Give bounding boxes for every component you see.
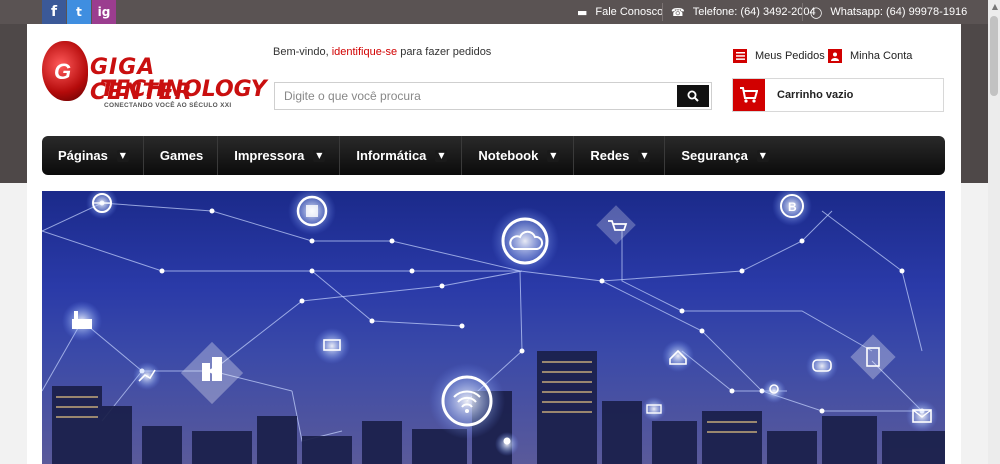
nav-item-0[interactable]: Páginas ▼	[42, 136, 144, 175]
welcome-message: Bem-vindo, identifique-se para fazer ped…	[273, 46, 491, 58]
divider	[662, 3, 663, 21]
laptop-icon	[314, 328, 350, 364]
page-scrollbar[interactable]: ▲	[988, 0, 1000, 464]
nav-item-label: Páginas	[58, 148, 108, 163]
location-icon	[762, 379, 786, 403]
factory-icon	[62, 301, 102, 341]
svg-text:B: B	[788, 200, 797, 214]
identify-link[interactable]: identifique-se	[332, 46, 397, 58]
chart-icon	[133, 362, 161, 390]
cart-icon	[733, 79, 765, 111]
fale-conosco-link[interactable]: ▬ Fale Conosco	[577, 0, 663, 24]
nav-item-6[interactable]: Segurança ▼	[665, 136, 782, 175]
search-input[interactable]	[275, 83, 684, 109]
my-account-label: Minha Conta	[850, 50, 913, 62]
search-bar	[274, 82, 712, 110]
cloud-icon	[491, 207, 559, 275]
whatsapp-link[interactable]: ◯ Whatsapp: (64) 99978-1916	[810, 0, 967, 24]
twitter-icon[interactable]: t	[67, 0, 91, 24]
instagram-icon[interactable]: ig	[92, 0, 116, 24]
my-orders-link[interactable]: Meus Pedidos	[733, 47, 825, 65]
scroll-thumb[interactable]	[990, 16, 998, 96]
search-icon	[687, 90, 699, 102]
logo-mark: G	[54, 59, 72, 84]
logo-line2: TECHNOLOGY	[100, 77, 267, 102]
my-account-link[interactable]: Minha Conta	[828, 47, 912, 65]
nav-item-label: Notebook	[478, 148, 539, 163]
chevron-down-icon[interactable]: ▼	[756, 149, 769, 162]
cart-box[interactable]: Carrinho vazio	[732, 78, 944, 112]
welcome-prefix: Bem-vindo,	[273, 46, 332, 58]
home-icon	[662, 340, 694, 372]
banner-illustration: B	[42, 191, 945, 464]
phone-label: Telefone: (64) 3492-2004	[692, 6, 816, 18]
cart-label: Carrinho vazio	[777, 89, 854, 101]
user-icon	[495, 432, 519, 456]
user-icon	[828, 49, 842, 63]
nav-item-label: Redes	[590, 148, 630, 163]
nav-item-label: Impressora	[234, 148, 305, 163]
facebook-icon[interactable]: f	[42, 0, 66, 24]
chevron-down-icon[interactable]: ▼	[638, 149, 651, 162]
nav-item-4[interactable]: Notebook ▼	[462, 136, 575, 175]
nav-item-1[interactable]: Games	[144, 136, 219, 175]
tablet-icon	[850, 334, 896, 380]
nav-item-label: Games	[159, 148, 204, 163]
whatsapp-icon: ◯	[810, 5, 823, 19]
orders-list-icon	[733, 49, 747, 63]
buildings-icon	[180, 341, 244, 405]
fale-conosco-label: Fale Conosco	[595, 6, 664, 18]
my-orders-label: Meus Pedidos	[755, 50, 825, 62]
mail-icon	[906, 400, 938, 432]
top-bar: f t ig ▬ Fale Conosco ☎ Telefone: (64) 3…	[0, 0, 988, 24]
welcome-suffix: para fazer pedidos	[397, 46, 492, 58]
hero-banner[interactable]: B	[42, 191, 945, 464]
nav-item-label: Informática	[356, 148, 427, 163]
nav-item-5[interactable]: Redes ▼	[574, 136, 666, 175]
nav-item-label: Segurança	[681, 148, 748, 163]
search-button[interactable]	[677, 85, 709, 107]
main-navigation: Páginas ▼ Games Impressora ▼ Informática ▼ Note…	[42, 136, 945, 175]
chat-bubble-icon: ▬	[577, 5, 588, 19]
logo-tagline: CONECTANDO VOCÊ AO SÉCULO XXI	[104, 102, 232, 109]
site-logo[interactable]: G GIGA CENTER TECHNOLOGY CONECTANDO VOCÊ…	[42, 37, 267, 111]
divider	[802, 3, 803, 21]
globe-icon	[86, 191, 118, 219]
bitcoin-icon: B	[772, 191, 812, 226]
scroll-up-icon[interactable]: ▲	[992, 2, 998, 11]
nav-item-3[interactable]: Informática ▼	[340, 136, 463, 175]
chevron-down-icon[interactable]: ▼	[547, 149, 560, 162]
phone-icon: ☎	[671, 5, 685, 19]
chevron-down-icon[interactable]: ▼	[435, 149, 448, 162]
chevron-down-icon[interactable]: ▼	[313, 149, 326, 162]
nav-item-2[interactable]: Impressora ▼	[218, 136, 341, 175]
phone-link[interactable]: ☎ Telefone: (64) 3492-2004	[671, 0, 816, 24]
chat-icon	[806, 350, 838, 382]
cart-icon	[596, 205, 636, 245]
whatsapp-label: Whatsapp: (64) 99978-1916	[830, 6, 968, 18]
brain-chip-icon	[288, 191, 336, 235]
chevron-down-icon[interactable]: ▼	[116, 149, 129, 162]
printer-icon	[642, 397, 666, 421]
wifi-icon	[429, 363, 505, 439]
